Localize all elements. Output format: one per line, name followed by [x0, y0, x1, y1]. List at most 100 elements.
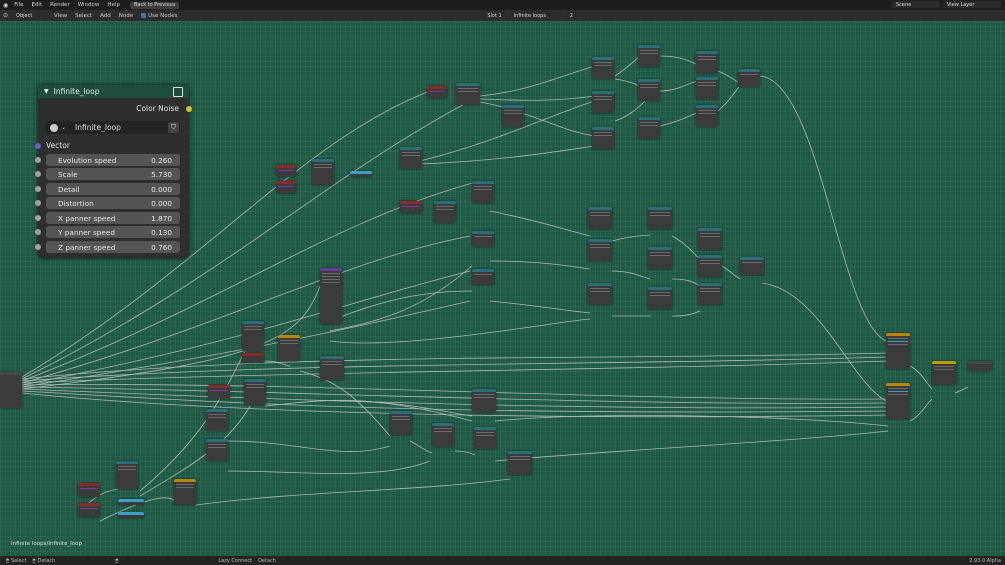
shader-node[interactable] [320, 356, 344, 380]
shader-node[interactable] [588, 207, 612, 229]
shader-node[interactable] [472, 389, 496, 413]
x-panner-speed-field[interactable]: X panner speed 1.870 [46, 212, 180, 224]
shader-node[interactable] [648, 247, 672, 269]
vector-socket[interactable] [35, 143, 41, 149]
shader-node[interactable] [116, 461, 138, 489]
back-to-previous-button[interactable]: Back to Previous [129, 1, 180, 9]
shader-node[interactable] [427, 86, 447, 98]
shader-node[interactable] [696, 77, 718, 99]
shader-node[interactable] [592, 91, 614, 113]
menu-file[interactable]: File [12, 2, 25, 8]
group-node[interactable] [320, 268, 342, 324]
output-socket[interactable] [186, 106, 192, 112]
shader-node[interactable] [588, 239, 612, 261]
shader-node[interactable] [638, 117, 660, 139]
view-layer-field[interactable]: View Layer [943, 1, 1001, 8]
group-node-panel[interactable]: ▼ Infinite_loop Color Noise ⌄ Infinite_l… [35, 85, 192, 258]
menu-add[interactable]: Add [98, 13, 113, 19]
shader-node[interactable] [432, 423, 454, 447]
shader-node[interactable] [508, 451, 532, 475]
input-socket[interactable] [35, 215, 41, 221]
shader-node[interactable] [174, 479, 196, 505]
shader-node[interactable] [242, 321, 264, 351]
material-field[interactable]: Infinite loops [509, 12, 562, 19]
shader-node[interactable] [400, 201, 422, 213]
output-node[interactable] [968, 361, 992, 371]
menu-help[interactable]: Help [105, 2, 122, 8]
datablock-select[interactable]: ⌄ Infinite_loop ⛉ [46, 121, 180, 134]
shader-node[interactable] [78, 483, 100, 497]
shader-node[interactable] [932, 361, 956, 385]
shader-node[interactable] [638, 79, 660, 101]
editor-type-icon[interactable]: ⊙ [3, 12, 8, 19]
shader-node[interactable] [472, 181, 494, 203]
group-node-header[interactable]: ▼ Infinite_loop [38, 85, 189, 98]
use-nodes-checkbox[interactable]: Use Nodes [139, 12, 179, 19]
detail-field[interactable]: Detail 0.000 [46, 183, 180, 195]
evolution-speed-field[interactable]: Evolution speed 0.260 [46, 154, 180, 166]
shader-node[interactable] [648, 207, 672, 229]
y-panner-speed-field[interactable]: Y panner speed 0.130 [46, 226, 180, 238]
menu-node[interactable]: Node [117, 13, 135, 19]
shader-node[interactable] [118, 512, 144, 518]
shader-node[interactable] [276, 181, 296, 193]
input-socket[interactable] [35, 171, 41, 177]
object-mode-select[interactable]: Object [12, 12, 49, 19]
shader-node[interactable] [276, 165, 296, 177]
distortion-field[interactable]: Distortion 0.000 [46, 197, 180, 209]
shader-node[interactable] [206, 439, 228, 461]
shader-node[interactable] [502, 105, 524, 127]
shader-node[interactable] [696, 105, 718, 127]
fake-user-shield-icon[interactable]: ⛉ [168, 122, 179, 133]
scale-field[interactable]: Scale 5.730 [46, 168, 180, 180]
input-socket[interactable] [35, 157, 41, 163]
shader-node[interactable] [434, 201, 456, 223]
shader-node[interactable] [592, 127, 614, 149]
slot-select[interactable]: Slot 1 [483, 12, 506, 19]
shader-node[interactable] [588, 283, 612, 305]
menu-view[interactable]: View [52, 13, 69, 19]
material-users-count[interactable]: 2 [565, 12, 577, 19]
blender-logo-icon[interactable]: ◉ [3, 2, 8, 9]
shader-node[interactable] [474, 427, 496, 449]
input-node[interactable] [0, 372, 22, 408]
menu-window[interactable]: Window [76, 2, 102, 8]
shader-node[interactable] [696, 51, 718, 73]
shader-node[interactable] [78, 503, 100, 517]
input-socket[interactable] [35, 244, 41, 250]
shader-node[interactable] [118, 499, 144, 505]
shader-node[interactable] [738, 69, 760, 87]
shader-node[interactable] [648, 287, 672, 309]
shader-node[interactable] [698, 228, 722, 250]
input-socket[interactable] [35, 229, 41, 235]
shader-node[interactable] [886, 333, 910, 369]
shader-node[interactable] [242, 353, 264, 363]
z-panner-speed-field[interactable]: Z panner speed 0.760 [46, 241, 180, 253]
shader-node[interactable] [638, 45, 660, 67]
shader-node[interactable] [472, 269, 494, 285]
shader-node[interactable] [698, 255, 722, 277]
shader-node[interactable] [312, 159, 334, 185]
shader-node[interactable] [740, 257, 764, 275]
menu-edit[interactable]: Edit [29, 2, 44, 8]
collapse-triangle-icon[interactable]: ▼ [44, 88, 49, 95]
shader-node[interactable] [472, 231, 494, 247]
menu-select[interactable]: Select [73, 13, 94, 19]
shader-node[interactable] [244, 379, 266, 405]
input-socket[interactable] [35, 200, 41, 206]
shader-node[interactable] [456, 83, 480, 105]
shader-node[interactable] [400, 147, 422, 169]
node-group-icon[interactable] [173, 87, 183, 97]
shader-node[interactable] [592, 57, 614, 79]
shader-node[interactable] [350, 171, 372, 177]
shader-node[interactable] [698, 283, 722, 305]
shader-node[interactable] [390, 411, 412, 435]
scene-field[interactable]: Scene [892, 1, 940, 8]
shader-node[interactable] [886, 383, 910, 419]
shader-node[interactable] [206, 409, 228, 431]
input-socket[interactable] [35, 186, 41, 192]
node-canvas[interactable]: ▼ Infinite_loop Color Noise ⌄ Infinite_l… [0, 21, 1005, 556]
shader-node[interactable] [278, 335, 300, 361]
menu-render[interactable]: Render [48, 2, 72, 8]
shader-node[interactable] [208, 385, 230, 399]
